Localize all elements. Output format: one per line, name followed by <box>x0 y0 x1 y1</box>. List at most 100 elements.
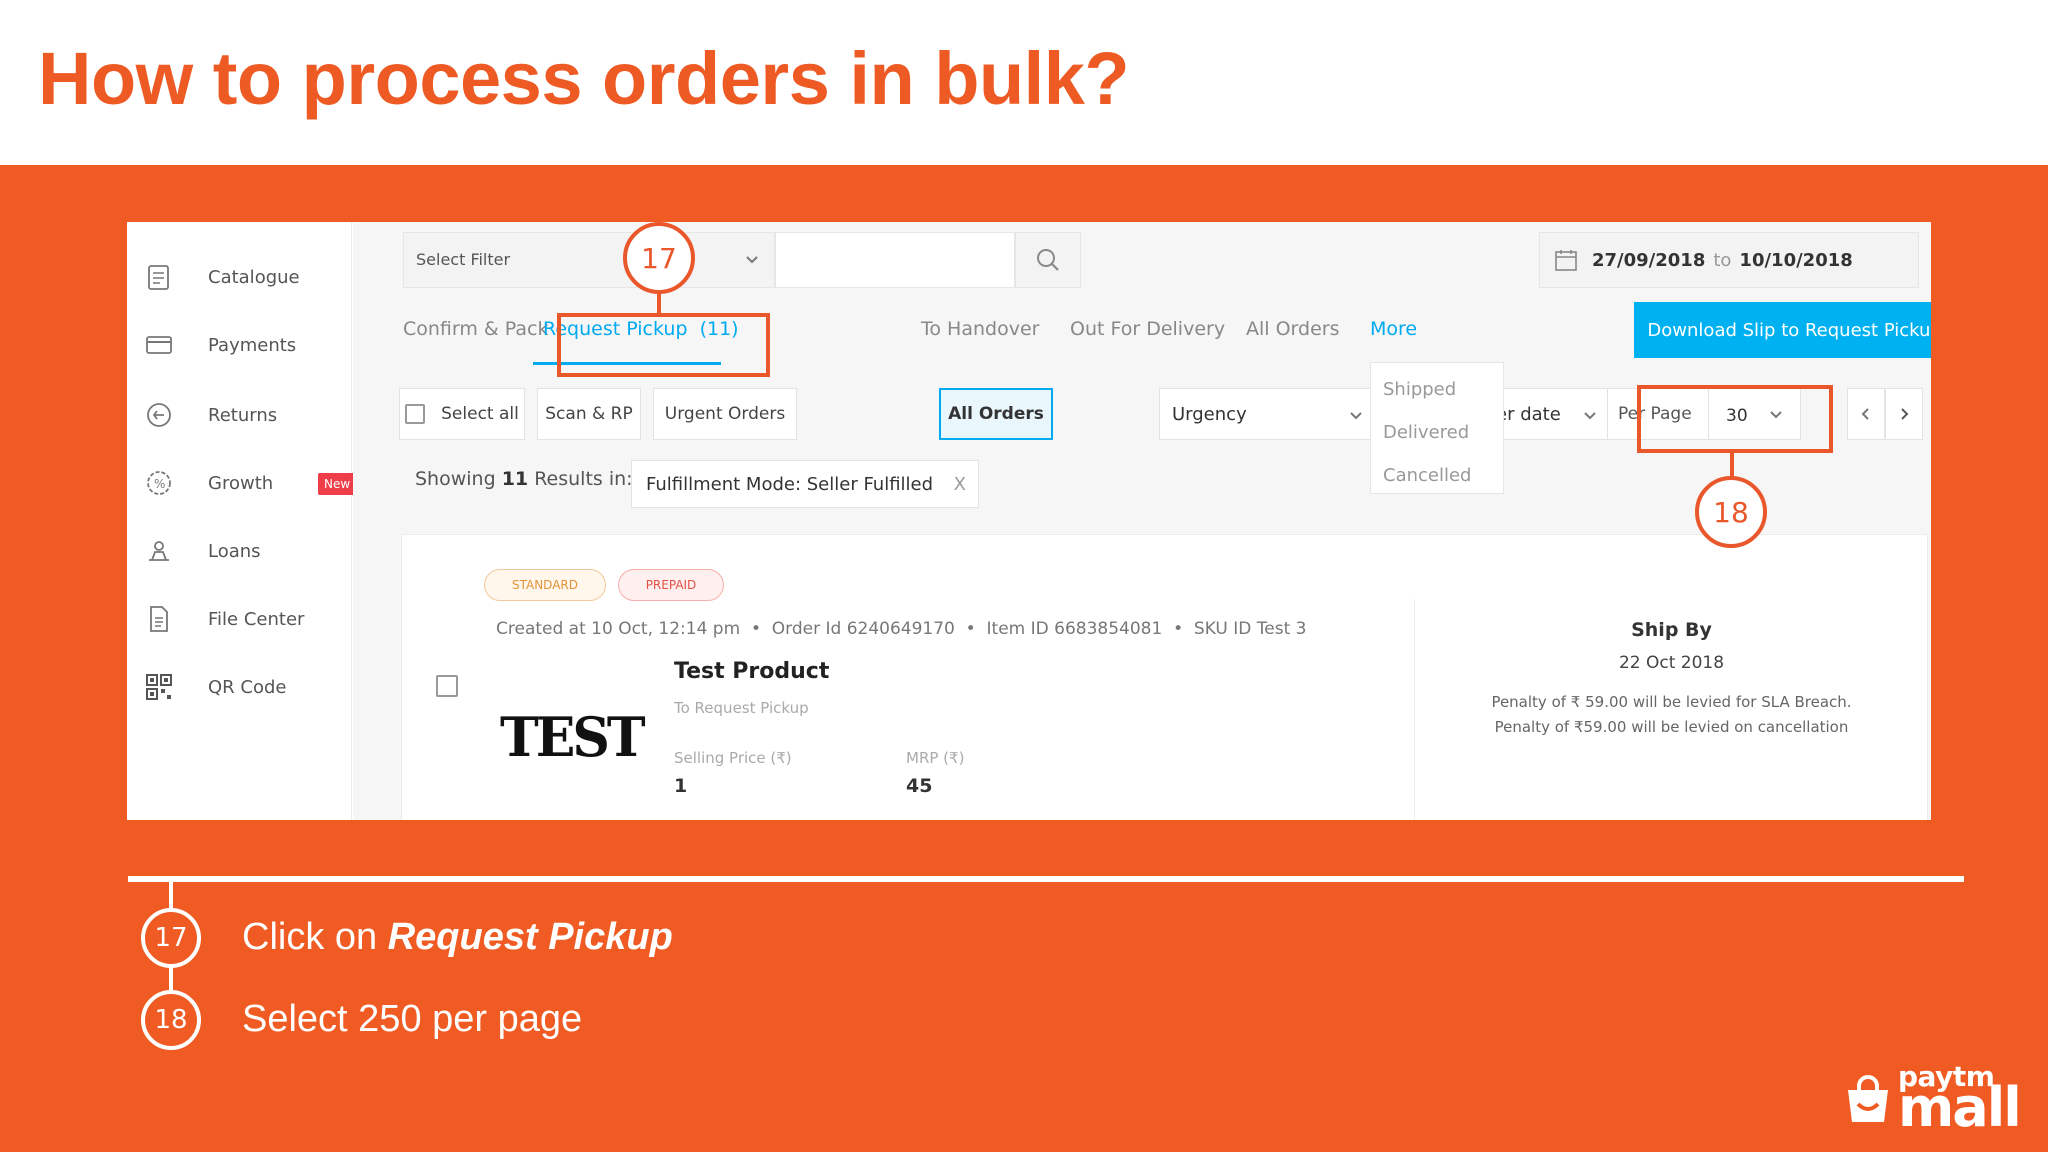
step-text-17: Click on Request Pickup <box>242 916 673 959</box>
sidebar-item-catalogue[interactable]: Catalogue <box>143 257 300 297</box>
sidebar-item-label: Loans <box>208 540 261 562</box>
chevron-down-icon <box>746 256 758 264</box>
sidebar-item-payments[interactable]: Payments <box>143 325 296 365</box>
next-page-button[interactable] <box>1885 388 1923 440</box>
file-icon <box>143 603 175 635</box>
loans-icon <box>143 535 175 567</box>
menu-item-delivered[interactable]: Delivered <box>1383 422 1469 443</box>
chevron-down-icon <box>1584 412 1596 420</box>
date-range-picker[interactable]: 27/09/2018 to 10/10/2018 <box>1539 232 1919 288</box>
all-orders-filter-button[interactable]: All Orders <box>939 388 1053 440</box>
chevron-down-icon <box>1350 412 1362 420</box>
search-icon <box>1037 249 1059 271</box>
sidebar-item-label: File Center <box>208 608 305 630</box>
highlight-per-page <box>1637 385 1833 453</box>
urgency-label: Urgency <box>1172 403 1247 425</box>
step-number-17: 17 <box>141 908 201 968</box>
slide-title: How to process orders in bulk? <box>38 37 1130 120</box>
tab-more[interactable]: More <box>1370 318 1417 340</box>
main-content: Select Filter 27/09/2018 to 10/10/2018 C… <box>353 222 1931 820</box>
download-slip-button[interactable]: Download Slip to Request Pickup (.pdf) <box>1634 302 1931 358</box>
order-card: STANDARD PREPAID Created at 10 Oct, 12:1… <box>401 534 1928 820</box>
product-name[interactable]: Test Product <box>674 659 829 684</box>
chevron-right-icon <box>1901 408 1909 420</box>
tab-out-for-delivery[interactable]: Out For Delivery <box>1070 318 1225 340</box>
order-date-dropdown[interactable]: er date <box>1493 388 1609 440</box>
sidebar-item-qr-code[interactable]: QR Code <box>143 667 286 707</box>
catalogue-icon <box>143 261 175 293</box>
prev-page-button[interactable] <box>1847 388 1885 440</box>
sidebar: Catalogue Payments Returns % Growth New … <box>127 222 357 820</box>
seller-panel-screenshot: Catalogue Payments Returns % Growth New … <box>127 222 1931 820</box>
order-status: To Request Pickup <box>674 699 809 717</box>
tab-all-orders[interactable]: All Orders <box>1246 318 1340 340</box>
urgency-dropdown[interactable]: Urgency <box>1159 388 1375 440</box>
urgent-orders-button[interactable]: Urgent Orders <box>653 388 797 440</box>
sidebar-item-label: QR Code <box>208 676 287 698</box>
qr-icon <box>143 671 175 703</box>
penalty-cancel: Penalty of ₹59.00 will be levied on canc… <box>1494 718 1849 736</box>
filter-chip-label: Fulfillment Mode: Seller Fulfilled <box>646 473 934 495</box>
selling-price-value: 1 <box>674 775 688 797</box>
sidebar-item-label: Payments <box>208 334 297 356</box>
shopping-bag-icon <box>1848 1075 1888 1122</box>
sidebar-item-label: Growth <box>208 472 274 494</box>
step-text-18: Select 250 per page <box>242 998 582 1041</box>
order-checkbox[interactable] <box>436 675 458 697</box>
filter-chip: Fulfillment Mode: Seller Fulfilled X <box>631 460 979 508</box>
menu-item-cancelled[interactable]: Cancelled <box>1383 465 1471 486</box>
sidebar-item-loans[interactable]: Loans <box>143 531 261 571</box>
sidebar-item-label: Catalogue <box>208 266 300 288</box>
card-icon <box>143 329 175 361</box>
ship-by-date: 22 Oct 2018 <box>1618 653 1725 673</box>
slide: How to process orders in bulk? Catalogue… <box>0 0 2048 1152</box>
date-to-word: to <box>1713 249 1732 271</box>
sidebar-item-returns[interactable]: Returns <box>143 395 277 435</box>
scan-rp-button[interactable]: Scan & RP <box>537 388 641 440</box>
penalty-sla: Penalty of ₹ 59.00 will be levied for SL… <box>1491 693 1852 711</box>
step-text-bold: Request Pickup <box>387 916 673 958</box>
close-icon[interactable]: X <box>954 474 966 495</box>
order-date-label: er date <box>1496 403 1561 425</box>
results-count: 11 <box>501 468 529 490</box>
growth-icon: % <box>143 467 175 499</box>
step-text-prefix: Select 250 per page <box>242 998 583 1040</box>
new-badge: New <box>318 473 357 495</box>
order-meta: Created at 10 Oct, 12:14 pm • Order Id 6… <box>496 619 1307 639</box>
paytm-mall-logo: paytm mall <box>1842 1060 2022 1139</box>
standard-badge: STANDARD <box>484 569 606 601</box>
sidebar-item-label: Returns <box>208 404 278 426</box>
search-input[interactable] <box>775 232 1015 288</box>
brand-bottom: mall <box>1898 1076 2022 1139</box>
select-filter-dropdown[interactable]: Select Filter <box>403 232 775 288</box>
mrp-label: MRP (₹) <box>906 749 965 767</box>
product-image: TEST <box>500 705 646 770</box>
search-button[interactable] <box>1015 232 1081 288</box>
results-prefix: Showing <box>415 468 496 490</box>
select-all-label: Select all <box>441 404 519 424</box>
svg-text:%: % <box>154 477 165 491</box>
step-text-prefix: Click on <box>242 916 388 958</box>
callout-18: 18 <box>1695 476 1767 548</box>
tab-to-handover[interactable]: To Handover <box>921 318 1039 340</box>
ship-by-label: Ship By <box>1631 619 1712 641</box>
sidebar-item-file-center[interactable]: File Center <box>143 599 304 639</box>
filter-placeholder: Select Filter <box>416 250 511 269</box>
selling-price-label: Selling Price (₹) <box>674 749 792 767</box>
checkbox[interactable] <box>405 404 426 424</box>
select-all-checkbox[interactable]: Select all <box>399 388 525 440</box>
more-dropdown-menu: Shipped Delivered Cancelled <box>1370 362 1504 494</box>
highlight-request-pickup <box>557 313 770 377</box>
date-to: 10/10/2018 <box>1739 249 1853 271</box>
results-suffix: Results in: <box>534 468 633 490</box>
results-summary: Showing 11 Results in: <box>415 468 633 490</box>
date-from: 27/09/2018 <box>1592 249 1706 271</box>
tab-confirm-pack[interactable]: Confirm & Pack <box>403 318 548 340</box>
step-number-18: 18 <box>141 990 201 1050</box>
prepaid-badge: PREPAID <box>618 569 724 601</box>
returns-icon <box>143 399 175 431</box>
chevron-left-icon <box>1861 408 1869 420</box>
sidebar-item-growth[interactable]: % Growth New <box>143 463 357 503</box>
callout-17: 17 <box>623 222 695 294</box>
menu-item-shipped[interactable]: Shipped <box>1383 379 1456 400</box>
